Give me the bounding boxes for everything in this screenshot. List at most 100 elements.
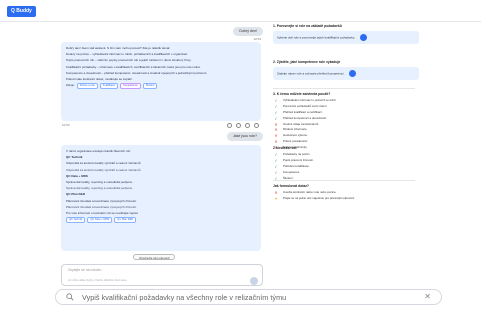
timestamp: 10:53 — [62, 123, 70, 127]
section-title: Jak formulovat dotaz? — [273, 184, 309, 188]
source-tag[interactable]: Školení — [142, 83, 158, 90]
tips-list: ✕ Uveďte konkrétní název role nebo pozice… — [273, 191, 419, 201]
list-item: ✕ Uveďte konkrétní název role nebo pozice… — [273, 191, 419, 195]
list-item-text: Právní poradenství. — [283, 138, 309, 143]
role-heading: QC Technik — [66, 155, 83, 160]
list-item: ✦ Ptejte se na jednu věc najednou pro pře… — [273, 196, 419, 202]
source-tag[interactable]: Kvalifikace — [99, 83, 119, 90]
section-title: 3. K čemu můžete asistenta použít? — [273, 92, 331, 96]
list-item: ✓ Porovnání požadavků mezi rolemi. — [273, 104, 419, 110]
top-bar: Q Buddy — [0, 0, 481, 22]
suggestion-text: Vyberte dvě role a porovnejte jejich kva… — [277, 35, 356, 40]
suggestion-card[interactable]: Zadejte název role a zobrazte přehled ko… — [273, 67, 419, 81]
search-icon — [66, 293, 74, 301]
list-item: ✓ Přehled kompetencí a dovedností. — [273, 115, 419, 121]
copy-icon[interactable] — [227, 123, 232, 128]
list-item: ✓ Vyhledávání informací o pozicích a rolí… — [273, 99, 419, 103]
message-text: Dotazy na pozice – vyhledávání informací… — [66, 52, 188, 57]
source-tag[interactable]: Pozice a role — [76, 83, 98, 90]
send-icon[interactable] — [250, 277, 258, 285]
list-item-text: Přehled kompetencí a dovedností. — [283, 115, 327, 120]
check-icon: ✓ — [274, 104, 278, 110]
check-icon: ✓ — [274, 115, 278, 121]
list-item-text: Vyhledávání informací o pozicích a rolíc… — [283, 98, 337, 103]
list-item-text: Mzdové informace. — [283, 127, 308, 132]
message-text: Odpovídá za kontrolu kvality výrobků a v… — [66, 161, 142, 166]
list-item-text: Hodnocení výkonu. — [283, 133, 308, 138]
panel-section: Jak formulovat dotaz? ✕ Uveďte konkrétní … — [273, 184, 419, 203]
list-item-text: Potřebné kvalifikace. — [283, 164, 310, 168]
source-tag[interactable]: QC Technik — [66, 217, 86, 224]
message-text: Správa dat kvality, reporting a metodick… — [66, 180, 133, 185]
panel-section: Z hlediska rolí: ✓ Požadavky na pozici. ✓ P… — [273, 146, 419, 182]
source-tag[interactable]: QC Data + MDS — [87, 217, 113, 224]
section-title: 2. Zjistěte, jaké kompetence role vyžadu… — [273, 60, 341, 64]
check-icon: ✓ — [274, 158, 278, 164]
thumbs-down-icon[interactable] — [245, 123, 250, 128]
source-tag[interactable]: Kompetence — [120, 83, 141, 90]
message-text: Dobrý den! Jsem váš asistent. S čím vám … — [66, 46, 171, 50]
check-icon: ✓ — [274, 98, 278, 104]
feedback-button[interactable]: Ohodnoťte tuto odpověď — [133, 254, 176, 260]
panel-section: 2. Zjistěte, jaké kompetence role vyžadu… — [273, 60, 419, 81]
refresh-icon[interactable] — [254, 123, 259, 128]
list-item-text: Ptejte se na jednu věc najednou pro přes… — [283, 196, 355, 201]
input-placeholder: Zeptejte se na cokoliv... — [68, 268, 104, 272]
search-input[interactable]: Vypiš kvalifikační požadavky na všechny … — [82, 293, 286, 302]
cross-icon: ✕ — [274, 133, 278, 139]
cross-icon: ✕ — [274, 121, 278, 127]
chat-input[interactable]: Zeptejte se na cokoliv... AI může dělat … — [61, 264, 263, 286]
message-text: V rámci organizace existuje několik hlav… — [66, 149, 131, 153]
section-title: Z hlediska rolí: — [273, 146, 297, 150]
source-tag[interactable]: QC Plán R&D — [114, 217, 137, 224]
cross-icon: ✕ — [274, 138, 278, 144]
message-text: Odpovídá za kontrolu kvality výrobků a v… — [66, 167, 142, 172]
brand-logo[interactable]: Q Buddy — [7, 6, 36, 17]
check-icon: ✓ — [274, 169, 278, 175]
divider — [273, 180, 415, 181]
source-tags: QC Technik QC Data + MDS QC Plán R&D — [66, 217, 256, 224]
cross-icon: ✕ — [274, 127, 278, 133]
panel-section: 3. K čemu můžete asistenta použít? ✓ Vyhl… — [273, 92, 419, 152]
list-item: ✕ Osobní údaje zaměstnanců. — [273, 121, 419, 127]
cross-icon: ✕ — [274, 190, 278, 196]
check-icon: ✓ — [274, 110, 278, 115]
check-icon: ✓ — [274, 164, 278, 169]
lightbulb-icon: ✦ — [274, 196, 278, 202]
list-item: ✕ Právní poradenství. — [273, 138, 419, 144]
user-message: Jaké jsou role? — [226, 132, 263, 141]
tags-label: Zdroje: — [66, 83, 75, 88]
role-heading: QC Data + MDS — [66, 173, 88, 178]
chat-pane: Dobrý den! 10:53 Dobrý den! Jsem váš asi… — [55, 22, 269, 268]
role-list: ✓ Požadavky na pozici. ✓ Popis pracovní čin… — [273, 153, 419, 180]
message-text: Popis pracovních rolí – nabízím popisy p… — [66, 58, 192, 63]
message-text: Pro více informací o konkrétní roli se n… — [66, 211, 139, 216]
list-item: ✓ Kompetence. — [273, 169, 419, 175]
list-item-text: Požadavky na pozici. — [283, 152, 311, 157]
search-bar[interactable]: Vypiš kvalifikační požadavky na všechny … — [55, 289, 442, 305]
message-text: Plánování zkoušek a koordinace vývojovýc… — [66, 204, 137, 209]
assistant-message: Dobrý den! Jsem váš asistent. S čím vám … — [61, 42, 261, 121]
suggestion-card[interactable]: Vyberte dvě role a porovnejte jejich kva… — [273, 31, 419, 45]
app-window: Q Buddy Dobrý den! 10:53 Dobrý den! Jsem… — [0, 0, 481, 330]
message-text: Kompetence a dovednosti – přehled kompet… — [66, 70, 208, 75]
panel-section: 1. Porovnejte si role na základě požadav… — [273, 24, 419, 45]
user-message: Dobrý den! — [233, 27, 263, 36]
help-panel: 1. Porovnejte si role na základě požadav… — [269, 22, 419, 268]
arrow-right-icon[interactable] — [359, 34, 367, 42]
close-icon[interactable]: ✕ — [424, 292, 431, 301]
divider — [273, 88, 415, 89]
list-item-text: Přehled kvalifikací a certifikací. — [283, 110, 323, 114]
role-heading: QC Plán R&D — [66, 192, 86, 197]
check-icon: ✓ — [274, 152, 278, 158]
list-item-text: Uveďte konkrétní název role nebo pozice. — [283, 190, 337, 195]
input-hint: AI může dělat chyby. Ověřte důležité inf… — [68, 278, 128, 282]
list-item-text: Kompetence. — [283, 169, 301, 174]
list-item-text: Porovnání požadavků mezi rolemi. — [283, 104, 328, 109]
arrow-right-icon[interactable] — [349, 70, 357, 78]
list-item: ✓ Požadavky na pozici. — [273, 153, 419, 157]
source-tags: Zdroje: Pozice a role Kvalifikace Kompet… — [66, 83, 256, 90]
thumbs-up-icon[interactable] — [236, 123, 241, 128]
list-item: ✕ Hodnocení výkonu. — [273, 133, 419, 139]
list-item: ✓ Přehled kvalifikací a certifikací. — [273, 110, 419, 115]
